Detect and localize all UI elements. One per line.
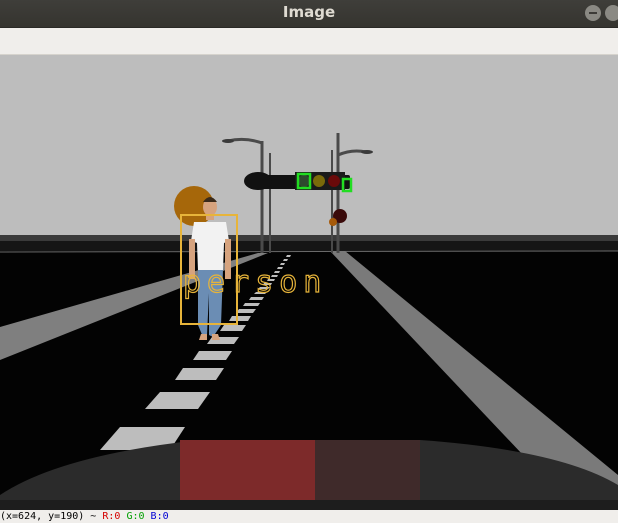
light-yellow	[313, 175, 325, 187]
hood-edge	[0, 500, 618, 510]
window-title: Image	[282, 3, 336, 21]
traffic-light-back	[244, 172, 272, 190]
hood-stripe-red	[180, 440, 315, 510]
pixel-green: G:0	[126, 511, 145, 522]
detection-label: person	[182, 265, 328, 300]
pixel-red: R:0	[102, 511, 121, 522]
cursor-coordinates: (x=624, y=190) ~	[0, 511, 97, 522]
hood-stripe-dark	[315, 440, 420, 510]
window-titlebar[interactable]: Image	[0, 0, 618, 28]
status-bar: (x=624, y=190) ~ R:0 G:0 B:0	[0, 510, 618, 523]
maximize-button[interactable]	[605, 5, 618, 21]
pixel-blue: B:0	[150, 511, 169, 522]
image-view[interactable]: person	[0, 55, 618, 510]
light-green	[298, 175, 310, 187]
sky	[0, 55, 618, 240]
lamp-right	[361, 150, 373, 154]
light-red	[328, 175, 340, 187]
toolbar	[0, 28, 618, 55]
minimize-icon	[589, 12, 597, 14]
distant-signal-amber	[329, 218, 337, 226]
minimize-button[interactable]	[585, 5, 601, 21]
lamp-left	[222, 139, 234, 143]
